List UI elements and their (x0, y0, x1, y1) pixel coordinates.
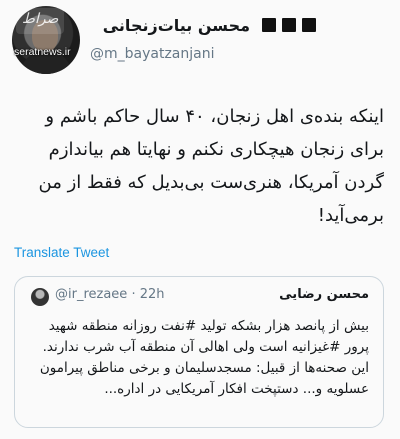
author-handle[interactable]: @m_bayatzanjani (90, 46, 215, 62)
quoted-separator: · (131, 287, 136, 302)
black-flag-icon (282, 18, 296, 32)
quoted-text-line: این صحنه‌ها از قبیل: مسجدسلیمان و برخی م… (39, 360, 369, 397)
quoted-handle: @ir_rezaee (55, 287, 128, 302)
black-flag-icon (262, 18, 276, 32)
quoted-text-line: بیش از پانصد هزار بشکه تولید #نفت روزانه… (42, 318, 369, 355)
name-emoji-flags (262, 18, 316, 32)
site-logo: صراط (16, 8, 64, 34)
quoted-handle-time: @ir_rezaee · 22h (55, 287, 165, 302)
quoted-tweet[interactable]: @ir_rezaee · 22h محسن رضایی بیش از پانصد… (14, 276, 384, 428)
quoted-tweet-text: بیش از پانصد هزار بشکه تولید #نفت روزانه… (27, 316, 369, 400)
black-flag-icon (302, 18, 316, 32)
translate-tweet-link[interactable]: Translate Tweet (14, 245, 109, 260)
quoted-author-avatar (31, 288, 49, 306)
tweet-header: صراط seratnews.ir محسن بیات‌زنجانی @m_ba… (0, 0, 400, 90)
quoted-author-name: محسن رضایی (279, 287, 369, 302)
tweet-text: اینکه بنده‌ی اهل زنجان، ۴۰ سال حاکم باشم… (38, 106, 384, 226)
author-avatar[interactable]: صراط (12, 6, 80, 74)
site-watermark: seratnews.ir (14, 46, 71, 58)
author-display-name[interactable]: محسن بیات‌زنجانی (103, 16, 250, 35)
site-logo-text: صراط (22, 11, 59, 27)
quoted-time: 22h (139, 287, 165, 302)
